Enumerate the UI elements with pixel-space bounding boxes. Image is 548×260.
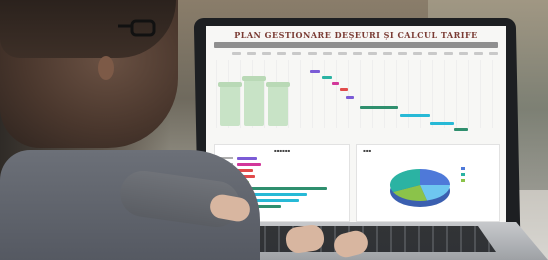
timeline-tick bbox=[322, 52, 332, 55]
timeline-tick bbox=[337, 52, 347, 55]
recycling-bins-illustration bbox=[218, 68, 290, 126]
pie-chart bbox=[387, 161, 453, 215]
gantt-bar bbox=[360, 106, 398, 109]
bin-icon bbox=[218, 82, 242, 126]
gantt-bar bbox=[332, 82, 339, 85]
timeline-tick bbox=[398, 52, 408, 55]
gantt-bar bbox=[430, 122, 454, 125]
bar bbox=[237, 157, 257, 160]
bar-chart-title: ▪▪▪▪▪▪ bbox=[273, 148, 291, 153]
timeline-tick bbox=[262, 52, 272, 55]
bar bbox=[237, 163, 261, 166]
pie-chart-card: ▪▪▪ bbox=[356, 144, 500, 222]
glasses-frame bbox=[130, 19, 156, 37]
header-band bbox=[214, 42, 498, 48]
photo-scene: PLAN GESTIONARE DEȘEURI ȘI CALCUL TARIFE bbox=[0, 0, 548, 260]
glasses-icon bbox=[118, 18, 162, 38]
timeline-header bbox=[232, 52, 498, 58]
pie-svg bbox=[389, 169, 450, 207]
legend-swatch bbox=[461, 167, 465, 170]
timeline-tick bbox=[352, 52, 362, 55]
timeline-tick bbox=[277, 52, 287, 55]
gantt-bar bbox=[454, 128, 468, 131]
gantt-bar bbox=[346, 96, 354, 99]
timeline-tick bbox=[458, 52, 468, 55]
gantt-bar bbox=[400, 114, 430, 117]
gantt-bar bbox=[310, 70, 320, 73]
person-ear bbox=[98, 56, 114, 80]
timeline-tick bbox=[367, 52, 377, 55]
timeline-tick bbox=[428, 52, 438, 55]
spreadsheet-title: PLAN GESTIONARE DEȘEURI ȘI CALCUL TARIFE bbox=[234, 30, 478, 40]
gantt-bar bbox=[340, 88, 348, 91]
bin-icon bbox=[242, 76, 266, 126]
timeline-tick bbox=[473, 52, 483, 55]
pie-chart-title: ▪▪▪ bbox=[363, 148, 372, 153]
timeline-tick bbox=[443, 52, 453, 55]
timeline-tick bbox=[232, 52, 241, 55]
glasses-svg bbox=[118, 19, 156, 37]
timeline-tick bbox=[307, 52, 317, 55]
timeline-tick bbox=[383, 52, 393, 55]
timeline-tick bbox=[247, 52, 257, 55]
legend-swatch bbox=[461, 179, 465, 182]
pie-slice bbox=[420, 169, 450, 185]
timeline-tick bbox=[413, 52, 423, 55]
bin-icon bbox=[266, 82, 290, 126]
legend-swatch bbox=[461, 173, 465, 176]
timeline-tick bbox=[488, 52, 498, 55]
timeline-tick bbox=[292, 52, 302, 55]
gantt-bar bbox=[322, 76, 332, 79]
